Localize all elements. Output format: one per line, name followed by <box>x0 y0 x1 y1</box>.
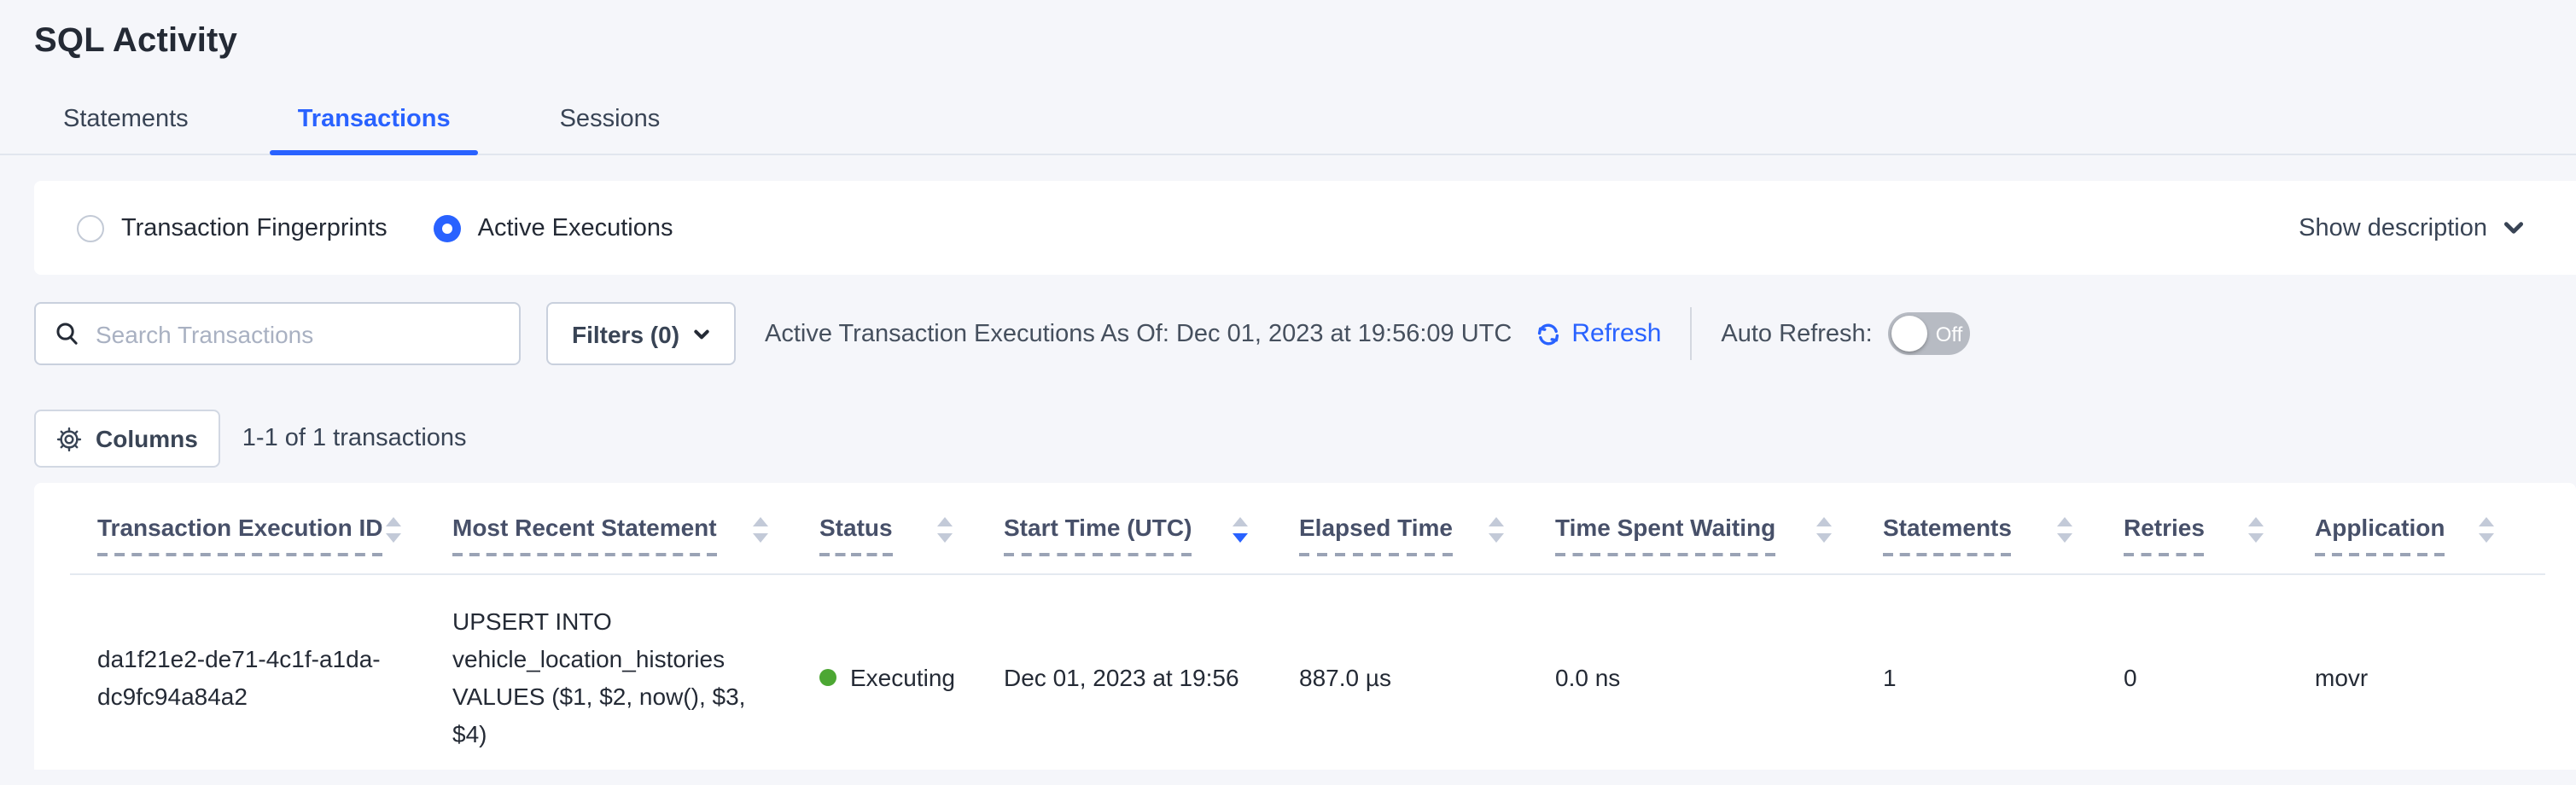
search-box[interactable] <box>34 302 521 365</box>
column-header-start-time[interactable]: Start Time (UTC) <box>1004 512 1299 573</box>
as-of-timestamp-text: Active Transaction Executions As Of: Dec… <box>765 320 1512 347</box>
toggle-state-label: Off <box>1936 322 1963 346</box>
sort-icon-descending[interactable] <box>1233 517 1248 543</box>
search-input[interactable] <box>96 320 500 347</box>
sort-icon[interactable] <box>2248 517 2264 543</box>
column-header-statements[interactable]: Statements <box>1883 512 2124 573</box>
tab-bar: Statements Transactions Sessions <box>0 90 2576 155</box>
refresh-label: Refresh <box>1571 319 1661 348</box>
cell-transaction-execution-id: da1f21e2-de71-4c1f-a1da-dc9fc94a84a2 <box>70 575 452 770</box>
column-header-status[interactable]: Status <box>819 512 1004 573</box>
status-executing-dot <box>819 669 836 686</box>
chevron-down-icon <box>693 325 710 342</box>
tab-sessions[interactable]: Sessions <box>533 90 688 154</box>
cell-time-spent-waiting: 0.0 ns <box>1555 575 1883 770</box>
search-icon <box>55 321 80 346</box>
columns-button-label: Columns <box>96 425 198 452</box>
cell-most-recent-statement: UPSERT INTO vehicle_location_histories V… <box>452 575 819 770</box>
transactions-table: Transaction Execution ID Most Recent Sta… <box>70 483 2545 770</box>
view-mode-card: Transaction Fingerprints Active Executio… <box>34 181 2576 275</box>
tab-transactions[interactable]: Transactions <box>271 90 478 154</box>
column-header-elapsed-time[interactable]: Elapsed Time <box>1299 512 1555 573</box>
radio-label: Active Executions <box>478 214 673 241</box>
sort-icon[interactable] <box>1816 517 1832 543</box>
cell-status: Executing <box>819 575 1004 770</box>
transactions-table-card: Transaction Execution ID Most Recent Sta… <box>34 483 2576 770</box>
cell-elapsed-time: 887.0 µs <box>1299 575 1555 770</box>
sort-icon[interactable] <box>937 517 953 543</box>
chevron-down-icon <box>2503 217 2525 239</box>
radio-label: Transaction Fingerprints <box>121 214 388 241</box>
sort-icon[interactable] <box>1489 517 1504 543</box>
cell-retries: 0 <box>2124 575 2315 770</box>
filters-button[interactable]: Filters (0) <box>546 302 736 365</box>
tab-statements[interactable]: Statements <box>36 90 216 154</box>
sort-icon[interactable] <box>386 517 401 543</box>
toggle-knob <box>1891 316 1927 352</box>
column-header-application[interactable]: Application <box>2315 512 2545 573</box>
page-title: SQL Activity <box>0 0 2576 61</box>
toolbar: Filters (0) Active Transaction Execution… <box>34 302 2576 365</box>
refresh-button[interactable]: Refresh <box>1534 319 1661 348</box>
table-header-row: Transaction Execution ID Most Recent Sta… <box>70 483 2545 575</box>
sort-icon[interactable] <box>753 517 768 543</box>
sort-icon[interactable] <box>2479 517 2494 543</box>
table-row: da1f21e2-de71-4c1f-a1da-dc9fc94a84a2 UPS… <box>70 575 2545 770</box>
auto-refresh-label: Auto Refresh: <box>1721 320 1872 347</box>
cell-statements: 1 <box>1883 575 2124 770</box>
cell-start-time: Dec 01, 2023 at 19:56 <box>1004 575 1299 770</box>
radio-option-transaction-fingerprints[interactable]: Transaction Fingerprints <box>77 214 388 241</box>
radio-option-active-executions[interactable]: Active Executions <box>434 214 673 241</box>
auto-refresh-toggle[interactable]: Off <box>1888 312 1970 355</box>
column-header-most-recent-statement[interactable]: Most Recent Statement <box>452 512 819 573</box>
filters-label: Filters (0) <box>572 320 679 347</box>
radio-button[interactable] <box>77 214 104 241</box>
show-description-toggle[interactable]: Show description <box>2299 214 2525 241</box>
gear-icon <box>56 426 82 451</box>
column-header-transaction-execution-id[interactable]: Transaction Execution ID <box>70 512 452 573</box>
cell-application: movr <box>2315 575 2545 770</box>
sql-activity-page: SQL Activity Statements Transactions Ses… <box>0 0 2576 785</box>
columns-button[interactable]: Columns <box>34 410 220 468</box>
view-mode-radio-group: Transaction Fingerprints Active Executio… <box>77 214 673 241</box>
result-count: 1-1 of 1 transactions <box>242 425 467 452</box>
column-header-time-spent-waiting[interactable]: Time Spent Waiting <box>1555 512 1883 573</box>
table-controls: Columns 1-1 of 1 transactions <box>34 410 2576 468</box>
show-description-label: Show description <box>2299 214 2487 241</box>
refresh-icon <box>1534 320 1561 347</box>
status-text: Executing <box>850 659 955 696</box>
column-header-retries[interactable]: Retries <box>2124 512 2315 573</box>
sort-icon[interactable] <box>2057 517 2072 543</box>
radio-button-selected[interactable] <box>434 214 461 241</box>
toolbar-divider <box>1690 307 1692 360</box>
